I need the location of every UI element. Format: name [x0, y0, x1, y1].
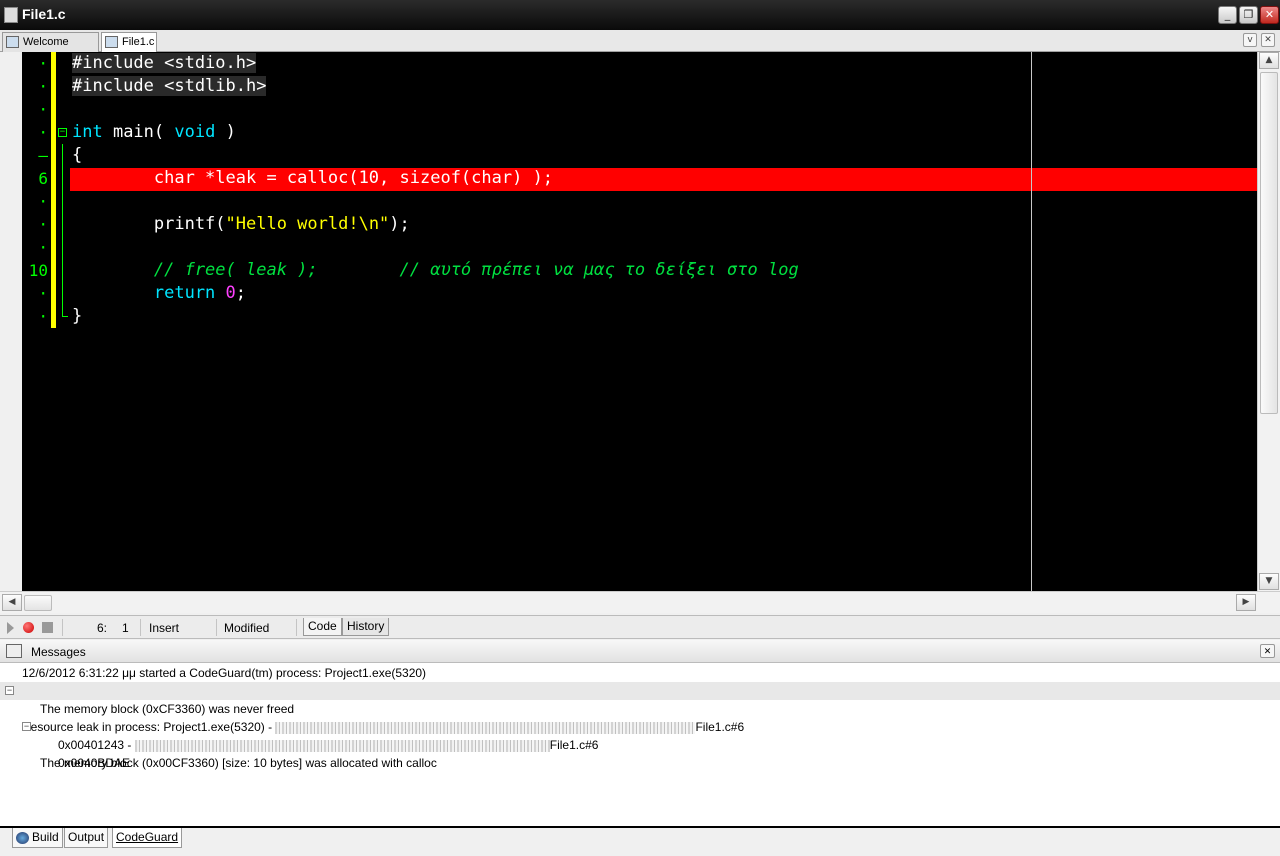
- right-margin-line: [1031, 52, 1032, 591]
- line-number: ·: [38, 307, 48, 326]
- code-text: main(: [102, 122, 175, 142]
- code-text: ): [215, 122, 236, 142]
- file-icon: [4, 7, 18, 23]
- string-literal: "Hello world!\n": [225, 214, 390, 234]
- tab-build[interactable]: Build: [12, 828, 63, 848]
- code-line-2: #include <stdlib.h>: [72, 75, 267, 98]
- line-number: ·: [38, 77, 48, 96]
- modified-lines-bar: [51, 52, 56, 328]
- messages-panel-header: Messages ✕: [0, 640, 1280, 663]
- code-line-5: {: [72, 145, 83, 165]
- code-line-6-error: char *leak = calloc(10, sizeof(char) );: [72, 168, 554, 188]
- tab-list-button[interactable]: v: [1243, 33, 1257, 47]
- editor-gutter: [0, 52, 22, 591]
- message-line[interactable]: 12/6/2012 6:31:22 μμ started a CodeGuard…: [22, 664, 426, 682]
- code-line-12: }: [72, 306, 83, 326]
- window-title: File1.c: [22, 6, 66, 22]
- keyword: void: [174, 122, 216, 142]
- play-macro-icon[interactable]: [7, 622, 14, 634]
- message-line[interactable]: The memory block (0xCF3360) was never fr…: [40, 700, 294, 718]
- record-macro-icon[interactable]: [23, 622, 34, 633]
- line-number: ·: [38, 54, 48, 73]
- scroll-left-icon[interactable]: ◀: [2, 594, 22, 611]
- collapse-icon[interactable]: −: [22, 722, 31, 731]
- tab-file1-c[interactable]: File1.c: [101, 32, 157, 52]
- line-number: ·: [38, 238, 48, 257]
- fold-guide-end: [62, 316, 68, 317]
- line-number: –: [38, 146, 48, 165]
- home-icon: [6, 36, 19, 48]
- redacted-path: [134, 739, 550, 752]
- scroll-up-icon[interactable]: ▲: [1259, 52, 1279, 69]
- restore-button[interactable]: ❐: [1239, 6, 1258, 24]
- code-line-10-comment: // free( leak ); // αυτό πρέπει να μας τ…: [72, 260, 799, 280]
- scroll-down-icon[interactable]: ▼: [1259, 573, 1279, 590]
- minimize-button[interactable]: _: [1218, 6, 1237, 24]
- include-directive: #include <stdio.h>: [72, 53, 257, 73]
- code-line-1: #include <stdio.h>: [72, 52, 257, 75]
- close-button[interactable]: ✕: [1260, 6, 1279, 24]
- code-line-11: return 0;: [72, 282, 246, 305]
- messages-list[interactable]: 12/6/2012 6:31:22 μμ started a CodeGuard…: [0, 663, 1280, 826]
- code-text: printf(: [72, 214, 226, 234]
- message-line[interactable]: 0x00401243 - File1.c#6: [58, 736, 598, 754]
- code-text: );: [389, 214, 410, 234]
- messages-icon: [6, 644, 22, 658]
- code-line-4: int main( void ): [72, 121, 236, 144]
- line-number: 6: [38, 169, 48, 188]
- horizontal-scrollbar[interactable]: ◀ ▶: [0, 591, 1280, 613]
- line-number: 10: [28, 261, 48, 280]
- build-icon: [16, 831, 29, 844]
- keyword: return: [72, 283, 226, 303]
- code-text: ;: [235, 283, 247, 303]
- line-number: ·: [38, 284, 48, 303]
- tab-welcome-page[interactable]: Welcome Page: [2, 32, 99, 67]
- document-tab-bar: Welcome Page File1.c v ✕: [0, 30, 1280, 67]
- line-number: ·: [38, 100, 48, 119]
- cursor-line: 6:: [97, 621, 108, 635]
- horizontal-scroll-thumb[interactable]: [24, 595, 52, 611]
- cursor-column: 1: [122, 621, 129, 635]
- scroll-right-icon[interactable]: ▶: [1236, 594, 1256, 611]
- keyword: int: [72, 122, 103, 142]
- bottom-tab-bar: Build Output CodeGuard: [0, 826, 1280, 856]
- message-line[interactable]: − The memory block (0x00CF3360) [size: 1…: [0, 718, 600, 770]
- editor-status-bar: 6: 1 Insert Modified Code History: [0, 615, 1280, 639]
- vertical-scroll-thumb[interactable]: [1260, 72, 1278, 414]
- title-bar: File1.c _ ❐ ✕: [0, 0, 1280, 30]
- tab-close-button[interactable]: ✕: [1261, 33, 1275, 47]
- fold-guide: [62, 144, 63, 316]
- file-icon: [105, 36, 118, 48]
- tab-output[interactable]: Output: [64, 828, 109, 848]
- modified-indicator: Modified: [224, 621, 270, 635]
- vertical-scrollbar[interactable]: ▲ ▼: [1257, 52, 1280, 591]
- line-number: ·: [38, 123, 48, 142]
- tab-code-view[interactable]: Code: [303, 618, 342, 636]
- code-editor[interactable]: − · · · · – 6 · · · 10 · · #include <std…: [0, 52, 1257, 591]
- code-line-8: printf("Hello world!\n");: [72, 213, 410, 236]
- line-number: ·: [38, 215, 48, 234]
- collapse-icon[interactable]: −: [5, 686, 14, 695]
- tab-label: File1.c: [122, 36, 155, 48]
- insert-mode-indicator: Insert: [149, 621, 180, 635]
- stop-macro-icon[interactable]: [42, 622, 53, 633]
- messages-title: Messages: [31, 645, 86, 659]
- number-literal: 0: [225, 283, 236, 303]
- message-line-selected[interactable]: − Resource leak in process: Project1.exe…: [0, 682, 1280, 734]
- line-number: ·: [38, 192, 48, 211]
- tab-codeguard[interactable]: CodeGuard: [112, 828, 183, 848]
- messages-close-button[interactable]: ✕: [1260, 644, 1275, 658]
- tab-history-view[interactable]: History: [342, 618, 390, 636]
- message-line[interactable]: 0x0040BDAE: [58, 754, 130, 772]
- fold-collapse-icon[interactable]: −: [58, 128, 67, 137]
- include-directive: #include <stdlib.h>: [72, 76, 267, 96]
